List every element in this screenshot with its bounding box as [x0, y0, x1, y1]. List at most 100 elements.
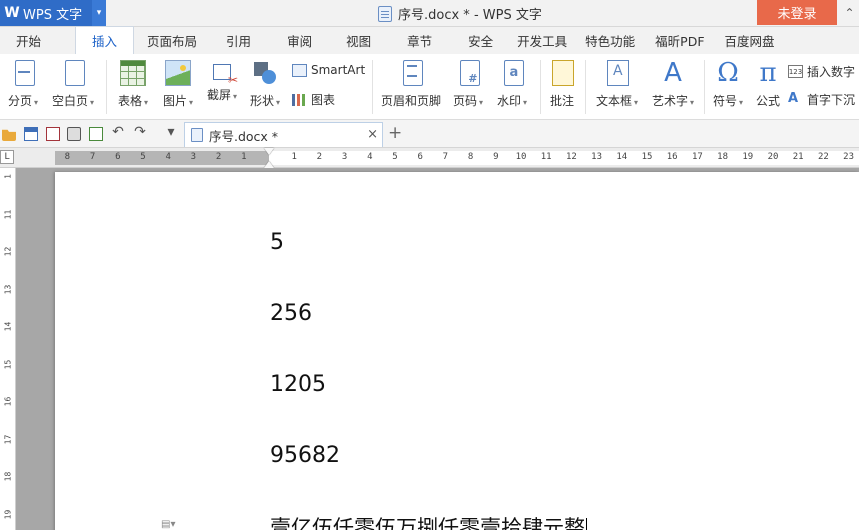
page-number-button[interactable]: 页码▾: [450, 54, 486, 109]
text-box-button[interactable]: 文本框▾: [594, 54, 640, 109]
dropdown-arrow-icon: ▾: [690, 98, 695, 107]
ruler-tick-label: 21: [792, 152, 804, 162]
ruler-tick-label: 19: [742, 152, 754, 162]
vertical-ruler[interactable]: 1 11 12 13 14 15 16 17 18 19: [0, 168, 16, 530]
watermark-button[interactable]: 水印▾: [494, 54, 530, 109]
ruler-tick-label: 12: [565, 152, 577, 162]
customize-toolbar-icon[interactable]: ▾: [164, 124, 178, 140]
ruler-tick-label: 9: [493, 152, 499, 162]
vertical-ruler-tick-label: 12: [3, 246, 13, 257]
vertical-ruler-tick-label: 17: [3, 434, 13, 444]
save-icon[interactable]: [24, 127, 38, 141]
tab-features[interactable]: 特色功能: [575, 27, 645, 54]
ruler-tick-label: 13: [591, 152, 603, 162]
blank-page-icon: [64, 60, 85, 86]
open-folder-icon[interactable]: [2, 129, 16, 141]
table-button[interactable]: 表格 ▾: [115, 54, 151, 109]
drop-cap-button[interactable]: A 首字下沉: [788, 91, 855, 108]
ruler-tick-label: 7: [89, 152, 96, 162]
paragraph-current[interactable]: 壹亿伍仟零伍万捌仟零壹拾肆元整: [270, 512, 587, 530]
ruler-tick-label: 16: [666, 152, 678, 162]
vertical-ruler-tick-label: 16: [3, 396, 13, 407]
dropdown-arrow-icon: ▾: [276, 98, 281, 107]
picture-button[interactable]: 图片 ▾: [160, 54, 196, 109]
symbol-button[interactable]: Ω 符号 ▾: [710, 54, 746, 109]
chevron-up-icon[interactable]: ⌃: [840, 0, 859, 25]
tab-references[interactable]: 引用: [210, 27, 267, 54]
print-icon[interactable]: [67, 127, 81, 141]
ruler-tick-label: 4: [165, 152, 171, 162]
app-menu-dropdown-icon[interactable]: ▾: [92, 0, 106, 26]
watermark-icon: [503, 60, 524, 86]
wps-logo-icon: W: [4, 5, 20, 21]
vertical-ruler-tick-label: 19: [3, 509, 13, 519]
word-art-icon: A: [664, 58, 682, 88]
ruler-tick-label: 20: [767, 152, 779, 162]
header-footer-icon: [402, 60, 423, 86]
tab-page-layout[interactable]: 页面布局: [134, 27, 210, 54]
document-tab-label: 序号.docx *: [209, 128, 279, 144]
horizontal-ruler[interactable]: L 8 7 6 5 4 3 2 1 1 2 3 4 5 6 7 8 9 10 11 12 13 14 15 16 17 18 19 2…: [0, 148, 859, 168]
paragraph[interactable]: 5: [270, 230, 284, 255]
quick-access-toolbar: ↶ ↷ ▾ 序号.docx * × +: [0, 120, 859, 148]
close-tab-icon[interactable]: ×: [367, 127, 378, 142]
shapes-button[interactable]: 形状 ▾: [247, 54, 283, 109]
document-canvas: 5 256 1205 95682 壹亿伍仟零伍万捌仟零壹拾肆元整 ▤▾: [16, 168, 859, 530]
tab-baidu-netdisk[interactable]: 百度网盘: [715, 27, 785, 54]
blank-page-button[interactable]: 空白页 ▾: [50, 54, 96, 109]
dropdown-arrow-icon: ▾: [144, 98, 149, 107]
indent-marker[interactable]: [264, 148, 274, 168]
vertical-ruler-tick-label: 18: [3, 471, 13, 482]
tab-chapter[interactable]: 章节: [387, 27, 448, 54]
smartart-button[interactable]: SmartArt: [292, 63, 365, 77]
paragraph[interactable]: 95682: [270, 443, 340, 468]
page-break-button[interactable]: 分页 ▾: [5, 54, 41, 109]
ruler-tick-label: 11: [540, 152, 552, 162]
omega-icon: Ω: [717, 58, 739, 88]
dropdown-arrow-icon: ▾: [34, 98, 39, 107]
comment-button[interactable]: 批注: [548, 54, 576, 109]
new-tab-icon[interactable]: +: [388, 123, 402, 143]
paragraph-handle-icon[interactable]: ▤▾: [161, 519, 181, 530]
ruler-tick-label: 18: [717, 152, 729, 162]
vertical-ruler-tick-label: 11: [3, 209, 13, 219]
ruler-tick-label: 1: [291, 152, 297, 162]
tab-foxit-pdf[interactable]: 福昕PDF: [645, 27, 714, 54]
screenshot-button[interactable]: 截屏▾: [204, 54, 240, 103]
dropdown-arrow-icon: ▾: [90, 98, 95, 107]
screenshot-icon: [213, 64, 238, 87]
chart-button[interactable]: 图表: [292, 91, 335, 108]
text-caret: [586, 518, 587, 530]
tab-review[interactable]: 审阅: [267, 27, 328, 54]
tab-stop-selector[interactable]: L: [0, 150, 14, 164]
word-art-button[interactable]: A 艺术字 ▾: [650, 54, 696, 109]
window-title-text: 序号.docx * - WPS 文字: [398, 8, 542, 23]
formula-button[interactable]: π 公式: [754, 54, 782, 109]
print-preview-icon[interactable]: [89, 127, 103, 141]
header-footer-button[interactable]: 页眉和页脚: [380, 54, 442, 109]
export-pdf-icon[interactable]: [46, 127, 60, 141]
menu-tabs: 开始 插入 页面布局 引用 审阅 视图 章节 安全 开发工具 特色功能 福昕PD…: [0, 26, 859, 54]
document-page[interactable]: 5 256 1205 95682 壹亿伍仟零伍万捌仟零壹拾肆元整 ▤▾: [55, 172, 859, 530]
ruler-tick-label: 23: [843, 152, 855, 162]
ruler-tick-label: 7: [442, 152, 449, 162]
app-menu-button[interactable]: W WPS 文字 ▾: [0, 0, 106, 26]
tab-developer[interactable]: 开发工具: [509, 27, 575, 54]
tab-view[interactable]: 视图: [328, 27, 387, 54]
chart-icon: [292, 93, 307, 106]
paragraph[interactable]: 256: [270, 301, 312, 326]
tab-security[interactable]: 安全: [448, 27, 509, 54]
tab-home[interactable]: 开始: [0, 27, 57, 54]
document-tab[interactable]: 序号.docx * ×: [184, 122, 383, 147]
paragraph[interactable]: 1205: [270, 372, 326, 397]
ruler-track[interactable]: [55, 151, 859, 165]
tab-insert[interactable]: 插入: [75, 26, 135, 54]
login-button[interactable]: 未登录: [757, 0, 837, 25]
insert-number-button[interactable]: 123 插入数字: [788, 63, 855, 80]
dropdown-arrow-icon: ▾: [634, 98, 639, 107]
undo-icon[interactable]: ↶: [111, 124, 125, 140]
app-name: WPS 文字: [23, 7, 83, 23]
ruler-tick-label: 5: [140, 152, 146, 162]
window-title: 序号.docx * - WPS 文字: [378, 4, 542, 23]
redo-icon[interactable]: ↷: [133, 124, 147, 140]
